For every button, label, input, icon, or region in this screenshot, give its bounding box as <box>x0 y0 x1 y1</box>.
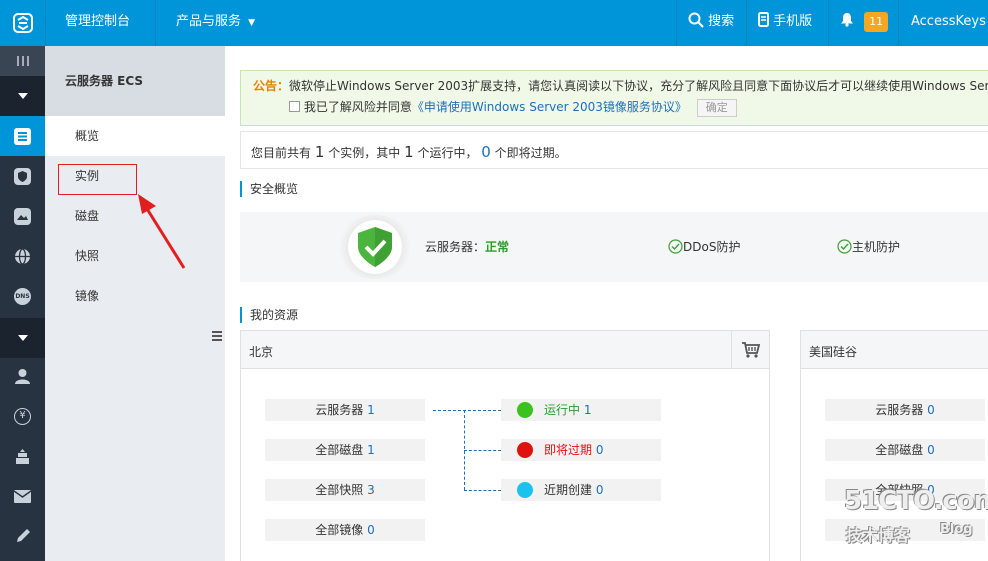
list-icon <box>212 331 222 341</box>
green-dot-icon <box>517 402 533 418</box>
server-security-status: 云服务器：正常 <box>425 238 509 255</box>
connector-line <box>464 490 501 491</box>
agree-checkbox[interactable] <box>289 101 300 112</box>
cyan-dot-icon <box>517 482 533 498</box>
server-status-value: 正常 <box>485 240 510 254</box>
region-name: 北京 <box>249 345 274 359</box>
menu-lines-icon[interactable] <box>0 46 45 76</box>
region-header: 北京 <box>241 331 769 369</box>
check-circle-icon <box>837 239 852 254</box>
search-label: 搜索 <box>708 14 735 29</box>
user-icon[interactable] <box>0 356 45 396</box>
stat-servers[interactable]: 云服务器 0 <box>825 399 985 421</box>
region-card-beijing: 北京 云服务器 1 全部磁盘 1 全部快照 3 全部镜像 0 运行中 1 即将过… <box>240 330 770 561</box>
caret-down-icon[interactable] <box>0 318 45 358</box>
cart-button[interactable] <box>731 331 769 369</box>
security-shield-icon[interactable] <box>0 156 45 196</box>
products-menu[interactable]: 产品与服务 ▼ <box>176 0 255 46</box>
shield-check-icon <box>358 227 392 267</box>
dns-icon[interactable]: DNS <box>0 276 45 316</box>
main-content: 公告：微软停止Windows Server 2003扩展支持，请您认真阅读以下协… <box>225 46 988 561</box>
accesskeys-link[interactable]: AccessKeys <box>911 0 986 46</box>
caret-down-icon[interactable] <box>0 76 45 116</box>
mobile-button[interactable]: 手机版 <box>758 0 812 46</box>
summary-text: 个运行中， <box>417 146 478 160</box>
mobile-label: 手机版 <box>773 14 813 29</box>
red-dot-icon <box>517 442 533 458</box>
announcement-label: 公告： <box>253 79 290 93</box>
instance-summary: 您目前共有 1 个实例，其中 1 个运行中， 0 个即将过期。 <box>240 131 988 169</box>
announcement-banner: 公告：微软停止Windows Server 2003扩展支持，请您认真阅读以下协… <box>240 70 988 126</box>
running-instances-count: 1 <box>404 143 414 161</box>
sidebar-item-images[interactable]: 镜像 <box>45 276 225 316</box>
summary-text: 个即将过期。 <box>494 146 567 160</box>
search-button[interactable]: 搜索 <box>688 0 734 46</box>
status-running[interactable]: 运行中 1 <box>501 399 661 421</box>
stat-servers[interactable]: 云服务器 1 <box>265 399 425 421</box>
image-icon[interactable] <box>0 196 45 236</box>
pencil-icon[interactable] <box>0 516 45 556</box>
watermark: 51CTO.com 技术博客 Blog <box>844 486 988 546</box>
announcement-text: 微软停止Windows Server 2003扩展支持，请您认真阅读以下协议，充… <box>289 79 988 93</box>
status-expiring[interactable]: 即将过期 0 <box>501 439 661 461</box>
mail-icon[interactable] <box>0 476 45 516</box>
search-icon <box>688 12 704 28</box>
globe-icon[interactable] <box>0 236 45 276</box>
check-circle-icon <box>668 239 683 254</box>
stat-disks[interactable]: 全部磁盘 1 <box>265 439 425 461</box>
watermark-blog: Blog <box>940 522 973 537</box>
server-status-label: 云服务器： <box>425 240 486 254</box>
watermark-sub: 技术博客 <box>846 526 911 545</box>
status-recent[interactable]: 近期创建 0 <box>501 479 661 501</box>
sidebar-title: 云服务器 ECS <box>45 46 225 116</box>
stat-disks[interactable]: 全部磁盘 0 <box>825 439 985 461</box>
region-header: 美国硅谷 <box>801 331 988 369</box>
stat-images[interactable]: 全部镜像 0 <box>265 519 425 541</box>
annotation-arrow <box>138 194 186 269</box>
watermark-site: 51CTO.com <box>844 486 988 516</box>
expiring-instances-count[interactable]: 0 <box>481 143 491 161</box>
cart-icon <box>741 342 760 358</box>
sidebar-item-overview[interactable]: 概览 <box>45 116 225 156</box>
connector-line <box>433 410 501 411</box>
ddos-protection[interactable]: DDoS防护 <box>668 238 740 255</box>
my-resources-title: 我的资源 <box>240 307 298 323</box>
yen-icon[interactable]: ¥ <box>0 396 45 436</box>
bell-icon <box>841 13 853 27</box>
region-name: 美国硅谷 <box>809 345 858 359</box>
console-link[interactable]: 管理控制台 <box>65 0 130 46</box>
stat-snapshots[interactable]: 全部快照 3 <box>265 479 425 501</box>
host-label: 主机防护 <box>852 240 901 254</box>
notification-count-badge: 11 <box>864 12 889 32</box>
connector-line <box>464 450 501 451</box>
icon-rail: DNS ¥ <box>0 46 45 561</box>
notification-button[interactable]: 11 <box>840 0 889 46</box>
package-icon[interactable] <box>0 436 45 476</box>
confirm-button[interactable]: 确定 <box>696 98 737 117</box>
summary-text: 个实例，其中 <box>328 146 401 160</box>
summary-text: 您目前共有 <box>251 146 312 160</box>
annotation-highlight-box <box>58 164 137 195</box>
products-label: 产品与服务 <box>176 14 242 29</box>
top-navigation-bar: 管理控制台 产品与服务 ▼ 搜索 手机版 11 AccessKeys <box>0 0 988 46</box>
security-overview-title: 安全概览 <box>240 181 298 197</box>
chevron-down-icon: ▼ <box>248 18 256 28</box>
ecs-icon[interactable] <box>0 116 45 156</box>
ddos-label: DDoS防护 <box>683 240 741 254</box>
agreement-link[interactable]: 《申请使用Windows Server 2003镜像服务协议》 <box>412 100 687 114</box>
agree-checkbox-label: 我已了解风险并同意 <box>303 100 412 114</box>
sidebar-collapse-handle[interactable] <box>209 310 225 362</box>
total-instances-count: 1 <box>314 143 325 161</box>
shield-badge <box>335 215 415 279</box>
logo-icon[interactable] <box>0 0 45 46</box>
host-protection[interactable]: 主机防护 <box>837 238 900 255</box>
ecs-sidebar: 云服务器 ECS 概览 实例 磁盘 快照 镜像 <box>45 46 225 561</box>
mobile-icon <box>758 12 769 27</box>
security-panel: 云服务器：正常 DDoS防护 主机防护 <box>240 212 988 282</box>
